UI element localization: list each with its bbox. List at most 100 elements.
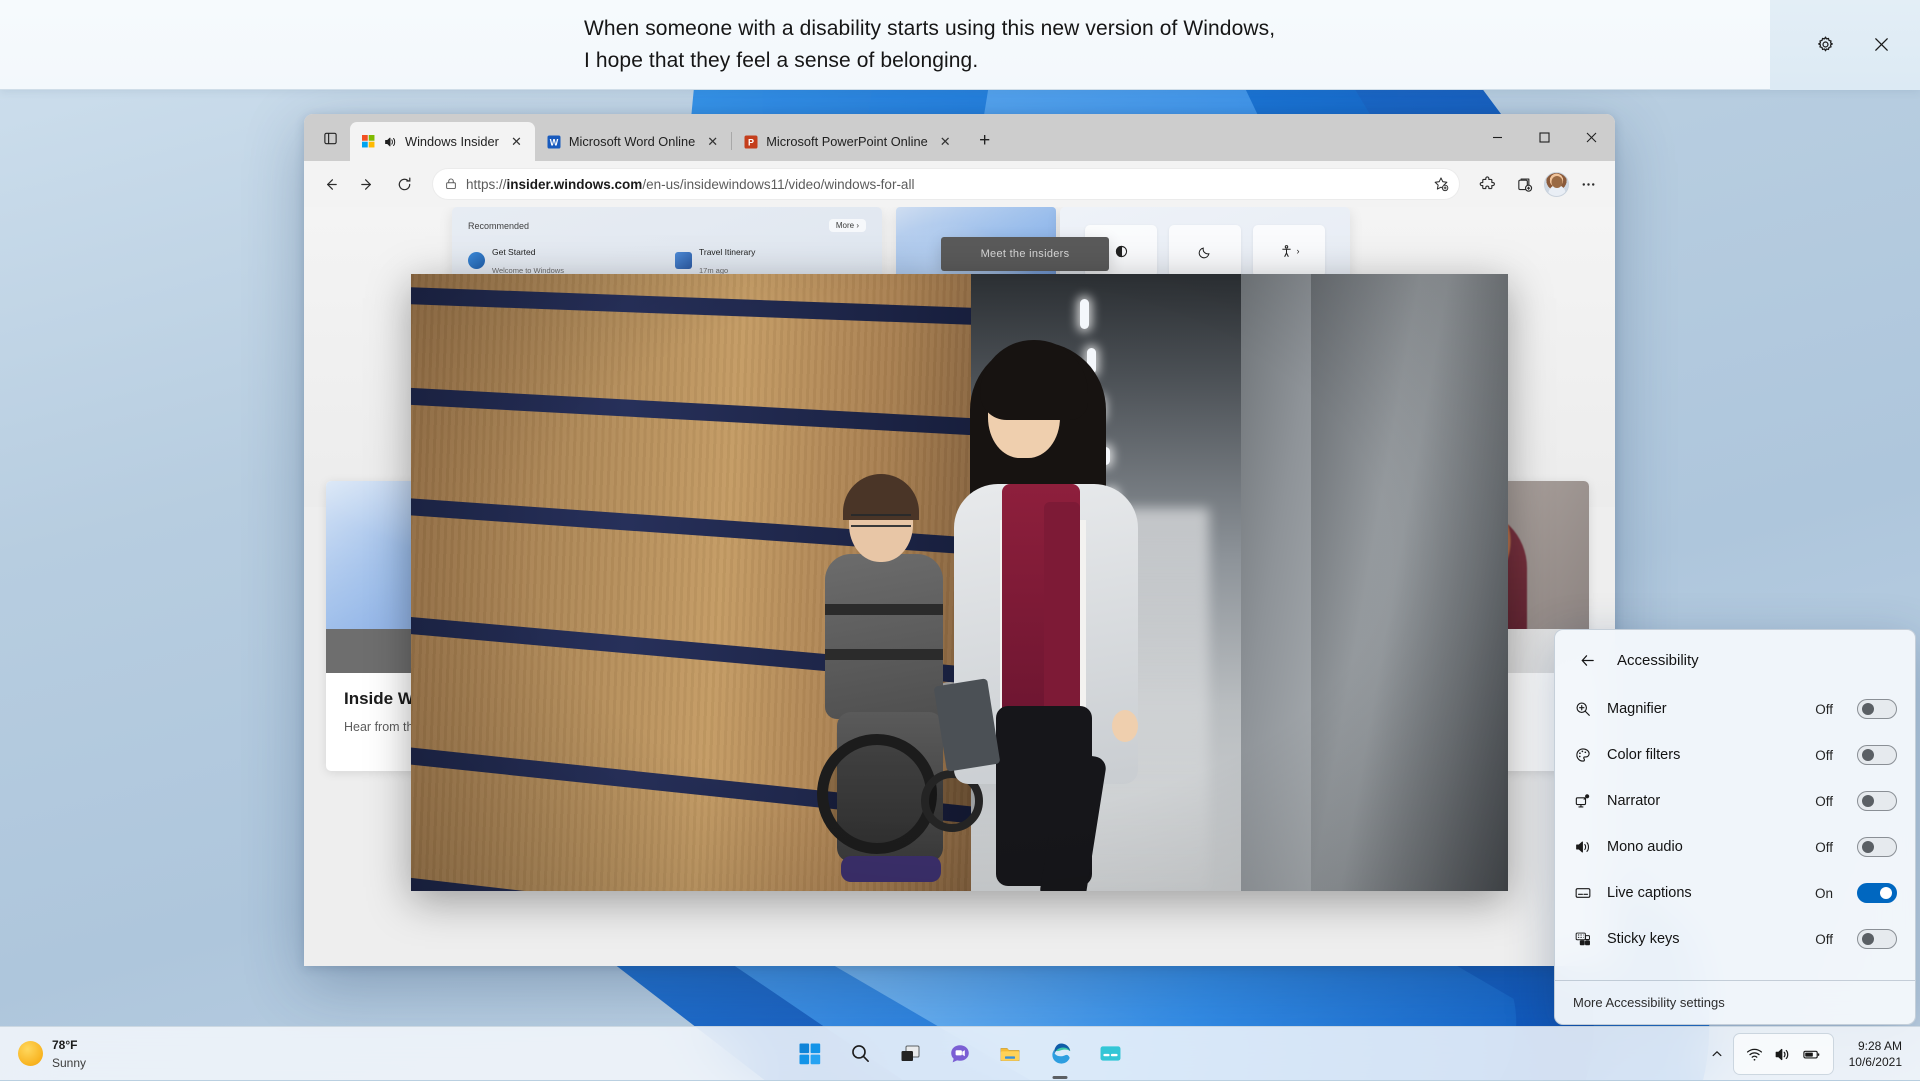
tab-title: Microsoft Word Online <box>569 134 695 149</box>
chest-strap <box>825 604 943 615</box>
clock-date: 10/6/2021 <box>1849 1055 1902 1069</box>
sidebar-item-narrator[interactable]: Narrator Off <box>1555 778 1915 824</box>
person-walking <box>946 334 1176 891</box>
toggle-knob <box>1862 795 1874 807</box>
list-item: Get StartedWelcome to Windows <box>468 242 659 278</box>
windows-logo-icon <box>362 135 375 148</box>
video-frame <box>411 274 1508 891</box>
gear-icon[interactable] <box>1808 28 1842 62</box>
extensions-puzzle-icon[interactable] <box>1470 167 1505 202</box>
flyout-header: Accessibility <box>1555 630 1915 684</box>
word-doc-icon <box>675 252 692 269</box>
minimize-button[interactable] <box>1474 114 1521 161</box>
svg-text:W: W <box>550 137 559 147</box>
folder-icon[interactable] <box>989 1033 1031 1075</box>
more-accessibility-settings-link[interactable]: More Accessibility settings <box>1555 980 1915 1024</box>
tab-strip: Windows Insider ✕ W Microsoft Word Onlin… <box>304 114 1474 161</box>
back-button[interactable] <box>313 167 348 202</box>
close-window-button[interactable] <box>1568 114 1615 161</box>
option-label: Magnifier <box>1607 701 1801 717</box>
show-hidden-icons-button[interactable] <box>1700 1034 1734 1074</box>
weather-widget[interactable]: 78°F Sunny <box>4 1032 98 1076</box>
system-tray: 9:28 AM 10/6/2021 <box>1700 1027 1920 1081</box>
moon-icon <box>1169 225 1241 277</box>
option-label: Color filters <box>1607 747 1801 763</box>
accessibility-icon: › <box>1253 225 1325 277</box>
wifi-icon <box>1746 1046 1763 1063</box>
live-captions-bar: When someone with a disability starts us… <box>0 0 1920 90</box>
audio-playing-icon[interactable] <box>383 135 397 149</box>
tab-close-button[interactable]: ✕ <box>507 132 526 151</box>
tab-search-icon[interactable] <box>310 118 350 158</box>
toggle-live-captions[interactable] <box>1857 883 1897 903</box>
maximize-button[interactable] <box>1521 114 1568 161</box>
chat-teams-icon[interactable] <box>939 1033 981 1075</box>
refresh-button[interactable] <box>387 167 422 202</box>
live-captions-icon <box>1573 883 1593 903</box>
close-icon[interactable] <box>1864 28 1898 62</box>
taskbar-apps <box>789 1033 1131 1075</box>
option-label: Live captions <box>1607 885 1801 901</box>
tab-microsoft-word-online[interactable]: W Microsoft Word Online ✕ <box>535 122 731 161</box>
search-button[interactable] <box>839 1033 881 1075</box>
window-controls <box>1474 114 1615 161</box>
live-captions-app-icon[interactable] <box>1089 1033 1131 1075</box>
microsoft-edge-icon[interactable] <box>1039 1033 1081 1075</box>
toggle-knob <box>1880 887 1892 899</box>
collections-icon[interactable] <box>1507 167 1542 202</box>
tab-close-button[interactable]: ✕ <box>703 132 722 151</box>
video-player-overlay[interactable] <box>411 274 1508 891</box>
start-button[interactable] <box>789 1033 831 1075</box>
status-badge: Off <box>1815 748 1833 763</box>
option-label: Mono audio <box>1607 839 1801 855</box>
sidebar-item-color-filters[interactable]: Color filters Off <box>1555 732 1915 778</box>
weather-condition: Sunny <box>52 1056 86 1070</box>
more-settings-icon[interactable] <box>1571 167 1606 202</box>
tab-windows-insider[interactable]: Windows Insider ✕ <box>350 122 535 161</box>
weather-temperature: 78°F <box>52 1038 77 1052</box>
color-filters-icon <box>1573 745 1593 765</box>
tab-microsoft-powerpoint-online[interactable]: P Microsoft PowerPoint Online ✕ <box>732 122 963 161</box>
caption-bar-actions <box>1808 0 1920 89</box>
browser-toolbar: https://insider.windows.com/en-us/inside… <box>304 161 1615 207</box>
recommended-header: Recommended More › <box>468 219 866 232</box>
more-button: More › <box>829 219 866 232</box>
task-view-button[interactable] <box>889 1033 931 1075</box>
toggle-knob <box>1862 749 1874 761</box>
option-label: Sticky keys <box>1607 931 1801 947</box>
new-tab-button[interactable]: + <box>970 126 1000 156</box>
chest-strap <box>825 649 943 660</box>
quick-settings-button[interactable] <box>1734 1034 1833 1074</box>
plank-seam <box>411 386 971 437</box>
glasses <box>851 514 911 527</box>
clock[interactable]: 9:28 AM 10/6/2021 <box>1833 1038 1908 1070</box>
tab-title: Windows Insider <box>405 134 499 149</box>
browser-title-bar: Windows Insider ✕ W Microsoft Word Onlin… <box>304 114 1615 161</box>
address-bar[interactable]: https://insider.windows.com/en-us/inside… <box>432 168 1460 200</box>
sidebar-item-magnifier[interactable]: Magnifier Off <box>1555 686 1915 732</box>
accessibility-options-list: Magnifier Off Color filters Off <box>1555 684 1915 980</box>
site-information-icon[interactable] <box>444 177 458 191</box>
back-arrow-icon[interactable] <box>1573 646 1601 674</box>
torso <box>825 554 943 719</box>
clock-time: 9:28 AM <box>1858 1039 1902 1053</box>
toggle-sticky-keys[interactable] <box>1857 929 1897 949</box>
hand <box>1112 710 1138 742</box>
tab-close-button[interactable]: ✕ <box>936 132 955 151</box>
sidebar-item-sticky-keys[interactable]: Sticky keys Off <box>1555 916 1915 962</box>
forward-button[interactable] <box>350 167 385 202</box>
toggle-mono-audio[interactable] <box>1857 837 1897 857</box>
shoes <box>841 856 941 882</box>
toggle-narrator[interactable] <box>1857 791 1897 811</box>
toggle-magnifier[interactable] <box>1857 699 1897 719</box>
sidebar-item-mono-audio[interactable]: Mono audio Off <box>1555 824 1915 870</box>
quick-settings-tiles: › <box>1074 225 1336 277</box>
sidebar-item-live-captions[interactable]: Live captions On <box>1555 870 1915 916</box>
profile-avatar[interactable] <box>1544 172 1569 197</box>
toggle-color-filters[interactable] <box>1857 745 1897 765</box>
favorite-star-icon[interactable] <box>1428 171 1454 197</box>
magnifier-icon <box>1573 699 1593 719</box>
toggle-knob <box>1862 703 1874 715</box>
option-label: Narrator <box>1607 793 1801 809</box>
accessibility-flyout: Accessibility Magnifier Off <box>1554 629 1916 1025</box>
